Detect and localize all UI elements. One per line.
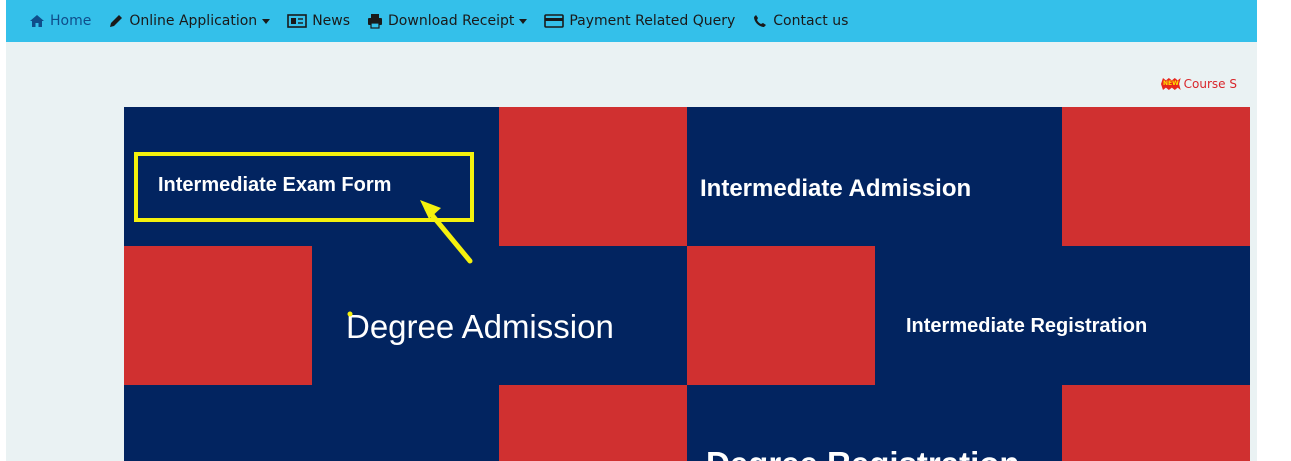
chevron-down-icon (519, 18, 528, 24)
nav-online-application-label: Online Application (129, 13, 258, 29)
nav-news[interactable]: News (286, 13, 350, 29)
credit-card-icon (543, 13, 565, 29)
print-icon (366, 13, 384, 29)
newspaper-icon (286, 13, 308, 29)
news-marquee[interactable]: NEW Course S (1161, 76, 1237, 92)
nav-home[interactable]: Home (28, 13, 91, 29)
nav-home-label: Home (50, 13, 92, 29)
nav-download-receipt[interactable]: Download Receipt (366, 13, 528, 29)
chevron-down-icon (262, 18, 271, 24)
phone-icon (751, 13, 769, 29)
nav-online-application[interactable]: Online Application (107, 13, 271, 29)
nav-payment-query-label: Payment Related Query (569, 13, 736, 29)
nav-contact-us-label: Contact us (773, 13, 849, 29)
page: Home Online Application News Download Re… (6, 0, 1257, 461)
nav-download-receipt-label: Download Receipt (388, 13, 515, 29)
annotation-arrow-icon (347, 200, 473, 317)
services-banner: Intermediate Exam Form Intermediate Admi… (124, 107, 1250, 461)
nav-contact-us[interactable]: Contact us (751, 13, 848, 29)
nav-news-label: News (312, 13, 351, 29)
new-badge-icon: NEW (1161, 78, 1181, 90)
pencil-icon (107, 13, 125, 29)
nav-payment-query[interactable]: Payment Related Query (543, 13, 735, 29)
marquee-text: Course S (1183, 77, 1237, 91)
top-navbar: Home Online Application News Download Re… (6, 0, 1257, 42)
home-icon (28, 13, 46, 29)
